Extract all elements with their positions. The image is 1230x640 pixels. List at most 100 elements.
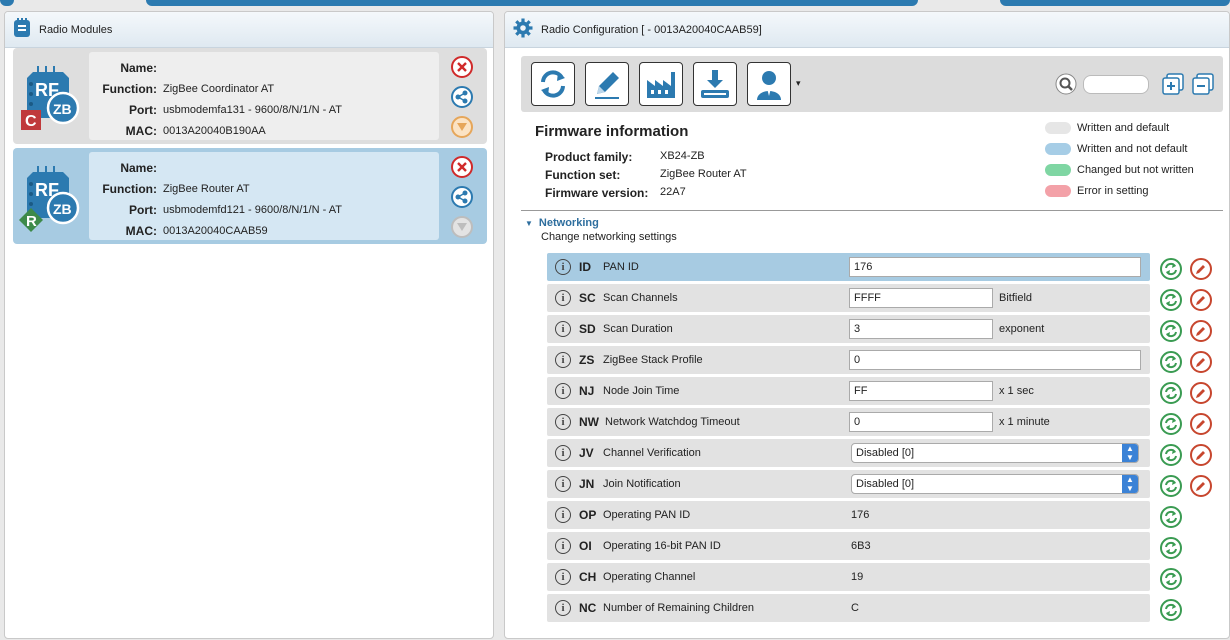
pencil-icon[interactable]	[1190, 351, 1212, 373]
default-settings-button[interactable]	[639, 62, 683, 106]
legend-label: Written and not default	[1077, 143, 1188, 155]
param-name: Operating Channel	[603, 571, 696, 583]
expand-all-icon[interactable]	[1161, 72, 1185, 99]
info-icon[interactable]: i	[555, 321, 571, 337]
module-item[interactable]: RF ZB C Name: Function: ZigBee Coordinato…	[13, 48, 487, 144]
refresh-icon[interactable]	[1160, 382, 1182, 404]
collapse-all-icon[interactable]	[1191, 72, 1215, 99]
pencil-icon[interactable]	[1190, 289, 1212, 311]
networking-section-description: Change networking settings	[541, 231, 677, 243]
remove-module-icon[interactable]	[451, 56, 473, 78]
param-row-sd[interactable]: i SD Scan Duration 3 exponent	[547, 315, 1150, 343]
scan-duration-input[interactable]: 3	[849, 319, 993, 339]
profile-dropdown-icon[interactable]: ▾	[796, 78, 801, 89]
node-join-time-input[interactable]: FF	[849, 381, 993, 401]
discover-network-icon[interactable]	[451, 86, 473, 108]
refresh-icon[interactable]	[1160, 320, 1182, 342]
info-icon[interactable]: i	[555, 569, 571, 585]
param-name: Operating PAN ID	[603, 509, 691, 521]
top-tab-left	[0, 0, 14, 6]
refresh-icon[interactable]	[1160, 258, 1182, 280]
pan-id-input[interactable]: 176	[849, 257, 1141, 277]
name-label: Name:	[120, 161, 157, 175]
param-name: Scan Duration	[603, 323, 673, 335]
module-function: ZigBee Router AT	[163, 183, 250, 195]
param-row-sc[interactable]: i SC Scan Channels FFFF Bitfield	[547, 284, 1150, 312]
info-icon[interactable]: i	[555, 290, 571, 306]
logo-zb-text: ZB	[53, 101, 72, 117]
written-not-default-swatch	[1045, 143, 1071, 155]
watchdog-timeout-input[interactable]: 0	[849, 412, 993, 432]
refresh-icon[interactable]	[1160, 475, 1182, 497]
module-actions	[451, 56, 475, 146]
pencil-icon[interactable]	[1190, 444, 1212, 466]
info-icon[interactable]: i	[555, 476, 571, 492]
refresh-icon[interactable]	[1160, 351, 1182, 373]
refresh-icon[interactable]	[1160, 599, 1182, 621]
param-code: JN	[579, 477, 595, 491]
info-icon[interactable]: i	[555, 507, 571, 523]
product-family-label: Product family:	[545, 150, 633, 164]
info-icon[interactable]: i	[555, 383, 571, 399]
stack-profile-input[interactable]: 0	[849, 350, 1141, 370]
param-row-jn[interactable]: i JN Join Notification Disabled [0] ▲ ▼	[547, 470, 1150, 498]
changed-not-written-swatch	[1045, 164, 1071, 176]
info-icon[interactable]: i	[555, 538, 571, 554]
param-row-oi[interactable]: i OI Operating 16-bit PAN ID 6B3	[547, 532, 1150, 560]
param-name: Scan Channels	[603, 292, 678, 304]
section-divider	[521, 210, 1223, 211]
refresh-icon[interactable]	[1160, 537, 1182, 559]
param-readonly-value: 19	[851, 571, 864, 583]
expand-module-icon[interactable]	[451, 216, 473, 238]
param-row-jv[interactable]: i JV Channel Verification Disabled [0] ▲…	[547, 439, 1150, 467]
write-settings-button[interactable]	[585, 62, 629, 106]
param-row-op[interactable]: i OP Operating PAN ID 176	[547, 501, 1150, 529]
param-name: Node Join Time	[603, 385, 680, 397]
info-icon[interactable]: i	[555, 414, 571, 430]
channel-verification-select[interactable]: Disabled [0] ▲ ▼	[851, 443, 1139, 463]
refresh-icon[interactable]	[1160, 506, 1182, 528]
param-row-nw[interactable]: i NW Network Watchdog Timeout 0 x 1 minu…	[547, 408, 1150, 436]
collapse-triangle-icon[interactable]: ▼	[525, 219, 533, 228]
param-row-nc[interactable]: i NC Number of Remaining Children C	[547, 594, 1150, 622]
module-item-selected[interactable]: RF ZB R Name: Function: ZigBee Router AT …	[13, 148, 487, 244]
refresh-icon[interactable]	[1160, 568, 1182, 590]
firmware-version-row: Firmware version: 22A7	[545, 186, 686, 200]
param-actions	[1160, 444, 1220, 466]
param-row-ch[interactable]: i CH Operating Channel 19	[547, 563, 1150, 591]
legend-written-default: Written and default	[1045, 122, 1169, 134]
param-actions	[1160, 475, 1220, 497]
profile-button[interactable]	[747, 62, 791, 106]
info-icon[interactable]: i	[555, 352, 571, 368]
function-set-value: ZigBee Router AT	[660, 168, 747, 180]
param-actions	[1160, 506, 1190, 528]
param-row-id[interactable]: i ID PAN ID 176	[547, 253, 1150, 281]
pencil-icon[interactable]	[1190, 475, 1212, 497]
info-icon[interactable]: i	[555, 445, 571, 461]
refresh-icon[interactable]	[1160, 289, 1182, 311]
info-icon[interactable]: i	[555, 259, 571, 275]
networking-section-header[interactable]: ▼ Networking Change networking settings	[525, 217, 677, 243]
pencil-icon[interactable]	[1190, 413, 1212, 435]
param-row-zs[interactable]: i ZS ZigBee Stack Profile 0	[547, 346, 1150, 374]
scan-channels-input[interactable]: FFFF	[849, 288, 993, 308]
expand-module-icon[interactable]	[451, 116, 473, 138]
refresh-icon[interactable]	[1160, 413, 1182, 435]
param-row-nj[interactable]: i NJ Node Join Time FF x 1 sec	[547, 377, 1150, 405]
legend-changed-not-written: Changed but not written	[1045, 164, 1194, 176]
refresh-icon[interactable]	[1160, 444, 1182, 466]
pencil-icon[interactable]	[1190, 382, 1212, 404]
radio-configuration-panel: Radio Configuration [ - 0013A20040CAAB59…	[504, 11, 1230, 639]
legend-label: Changed but not written	[1077, 164, 1194, 176]
update-firmware-button[interactable]	[693, 62, 737, 106]
info-icon[interactable]: i	[555, 600, 571, 616]
radio-configuration-title: Radio Configuration [ - 0013A20040CAAB59…	[541, 23, 762, 36]
function-label: Function:	[102, 182, 157, 196]
pencil-icon[interactable]	[1190, 258, 1212, 280]
discover-network-icon[interactable]	[451, 186, 473, 208]
read-settings-button[interactable]	[531, 62, 575, 106]
remove-module-icon[interactable]	[451, 156, 473, 178]
pencil-icon[interactable]	[1190, 320, 1212, 342]
join-notification-select[interactable]: Disabled [0] ▲ ▼	[851, 474, 1139, 494]
search-input[interactable]	[1083, 75, 1149, 94]
